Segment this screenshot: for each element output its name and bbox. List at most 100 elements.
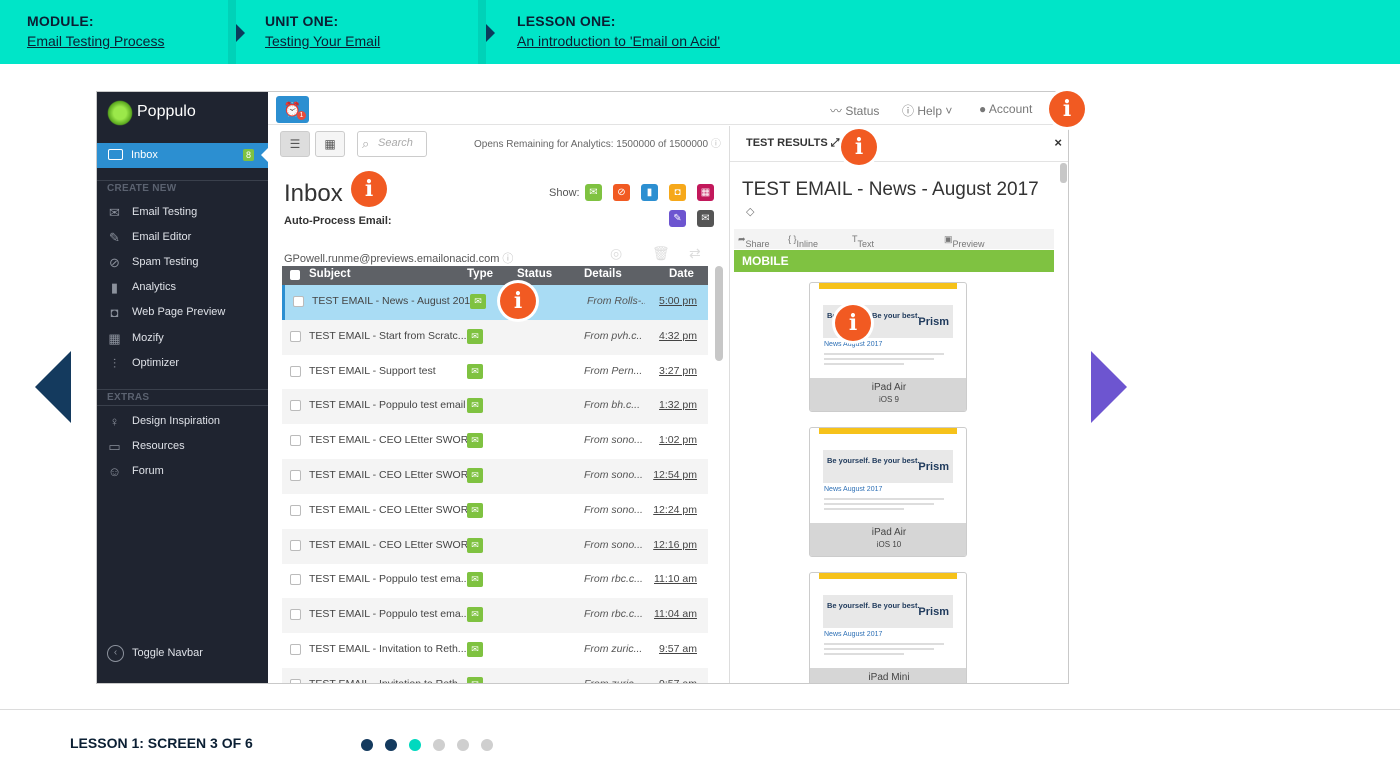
results-scrollbar[interactable] [1060,163,1067,183]
sidebar-item-spam-testing[interactable]: ⊘ Spam Testing [97,252,268,274]
row-date[interactable]: 12:24 pm [653,504,697,516]
row-date[interactable]: 3:27 pm [659,365,697,377]
breadcrumb-link-lesson[interactable]: An introduction to 'Email on Acid' [517,33,890,49]
sidebar-item-optimizer[interactable]: ⫶ Optimizer [97,353,268,375]
progress-dot-todo[interactable] [481,739,493,751]
row-checkbox[interactable] [290,435,301,447]
tag-icon[interactable]: ◇ [746,205,754,218]
next-screen-arrow[interactable] [1091,351,1127,423]
row-checkbox[interactable] [290,330,301,342]
info-hotspot-email-row[interactable]: i [500,283,536,319]
row-date[interactable]: 9:57 am [659,678,697,683]
table-row[interactable]: TEST EMAIL - CEO LEtter SWOR... ✉ From son… [282,424,708,459]
account-menu[interactable]: ● Account [979,102,1032,116]
sidebar-item-design-inspiration[interactable]: ♀ Design Inspiration [97,411,268,433]
table-row[interactable]: TEST EMAIL - News - August 201... ✉ From R… [282,285,708,320]
row-date[interactable]: 12:16 pm [653,539,697,551]
device-preview-card[interactable]: Be yourself. Be your best. Prism News Augu… [809,282,967,412]
row-date[interactable]: 11:04 am [654,608,697,620]
table-row[interactable]: TEST EMAIL - Poppulo test ema... ✉ From rb… [282,563,708,598]
row-checkbox[interactable] [290,504,301,516]
info-hotspot-device-preview[interactable]: i [835,305,871,341]
help-menu[interactable]: ⓘ Help ˅ [902,102,952,119]
row-checkbox[interactable] [290,609,301,621]
text-only-version-button[interactable]: T Text Only Version [852,234,888,269]
device-preview-card[interactable]: Be yourself. Be your best. Prism News Augu… [809,427,967,557]
device-preview-card[interactable]: Be yourself. Be your best. Prism News Augu… [809,572,967,683]
table-row[interactable]: TEST EMAIL - CEO LEtter SWOR... ✉ From son… [282,494,708,529]
breadcrumb-link-unit[interactable]: Testing Your Email [265,33,486,49]
sidebar-item-inbox[interactable]: Inbox 8 [97,143,269,168]
trash-icon[interactable]: 🗑 [652,245,670,262]
breadcrumb-link-module[interactable]: Email Testing Process [27,33,236,49]
row-date[interactable]: 1:02 pm [659,434,697,446]
sidebar-item-web-page-preview[interactable]: ◘ Web Page Preview [97,302,268,324]
table-row[interactable]: TEST EMAIL - CEO LEtter SWOR... ✉ From son… [282,528,708,564]
row-checkbox[interactable] [290,400,301,412]
sidebar-item-email-editor[interactable]: ✎ Email Editor [97,227,268,249]
filter-camera-icon[interactable]: ◘ [669,184,686,201]
progress-dot-done[interactable] [361,739,373,751]
column-header-date[interactable]: Date [669,268,694,280]
progress-dot-todo[interactable] [457,739,469,751]
filter-edit-icon[interactable]: ✎ [669,210,686,227]
table-row[interactable]: TEST EMAIL - Start from Scratc... ✉ From p… [282,319,708,355]
grid-view-button[interactable]: ▦ [315,131,345,157]
column-header-status[interactable]: Status [517,268,552,280]
sidebar-item-email-testing[interactable]: ✉ Email Testing [97,202,268,224]
row-date[interactable]: 9:57 am [659,643,697,655]
row-date[interactable]: 11:10 am [654,573,697,585]
share-button[interactable]: ➦ Share [738,234,770,249]
row-checkbox[interactable] [290,539,301,551]
table-row[interactable]: TEST EMAIL - CEO LEtter SWOR... ✉ From son… [282,459,708,494]
table-row[interactable]: TEST EMAIL - Invitation to Reth... ✉ From … [282,633,708,668]
row-checkbox[interactable] [290,574,301,586]
row-date[interactable]: 12:54 pm [653,469,697,481]
row-checkbox[interactable] [290,470,301,481]
row-date[interactable]: 4:32 pm [659,330,697,342]
previous-screen-arrow[interactable] [35,351,71,423]
info-hotspot-account[interactable]: i [1049,91,1085,127]
inline-css-button[interactable]: { } Inline CSS [788,234,818,259]
progress-dot-todo[interactable] [433,739,445,751]
filter-analytics-icon[interactable]: ▮ [641,184,658,201]
swap-icon[interactable]: ⇄ [689,245,701,262]
column-header-subject[interactable]: Subject [309,268,351,280]
row-date[interactable]: 1:32 pm [659,399,697,411]
table-row[interactable]: TEST EMAIL - Invitation to Reth... ✉ From … [282,667,708,683]
brand-logo[interactable]: Poppulo [103,96,263,130]
table-row[interactable]: TEST EMAIL - Poppulo test ema... ✉ From rb… [282,598,708,634]
info-hotspot-inbox[interactable]: i [351,171,387,207]
toggle-navbar-button[interactable]: ‹ Toggle Navbar [97,643,268,665]
column-header-type[interactable]: Type [467,268,493,280]
progress-dot-done[interactable] [385,739,397,751]
table-row[interactable]: TEST EMAIL - Support test ✉ From Pern... 3:… [282,355,708,390]
info-hotspot-test-results[interactable]: i [841,129,877,165]
expand-icon[interactable]: ⤢ [831,137,840,149]
row-checkbox[interactable] [293,296,304,307]
table-row[interactable]: TEST EMAIL - Poppulo test email ✉ From bh.… [282,389,708,425]
search-input[interactable]: ⌕ Search [357,131,427,157]
sidebar-item-resources[interactable]: ▭ Resources [97,436,268,458]
filter-spam-icon[interactable]: ⊘ [613,184,630,201]
status-link[interactable]: 〰 Status [830,102,879,119]
sidebar-item-mozify[interactable]: ▦ Mozify [97,328,268,350]
list-scrollbar[interactable] [715,266,723,361]
hide-icon[interactable]: ◎ [610,245,622,262]
filter-email-icon[interactable]: ✉ [585,184,602,201]
notifications-button[interactable]: ⏰ 1 [276,96,309,123]
filter-mail-icon[interactable]: ✉ [697,210,714,227]
sidebar-item-forum[interactable]: ☺ Forum [97,461,268,483]
list-view-button[interactable]: ☰ [280,131,310,157]
column-header-details[interactable]: Details [584,268,622,280]
sidebar-item-analytics[interactable]: ▮ Analytics [97,277,268,299]
preview-html-button[interactable]: ▣ Preview HTML [944,234,985,259]
select-all-checkbox[interactable] [290,270,300,280]
row-checkbox[interactable] [290,365,301,377]
row-date[interactable]: 5:00 pm [659,295,697,307]
close-icon[interactable]: × [1054,135,1062,150]
progress-dot-current[interactable] [409,739,421,751]
row-checkbox[interactable] [290,644,301,655]
row-checkbox[interactable] [290,678,301,683]
filter-grid-icon[interactable]: ▦ [697,184,714,201]
